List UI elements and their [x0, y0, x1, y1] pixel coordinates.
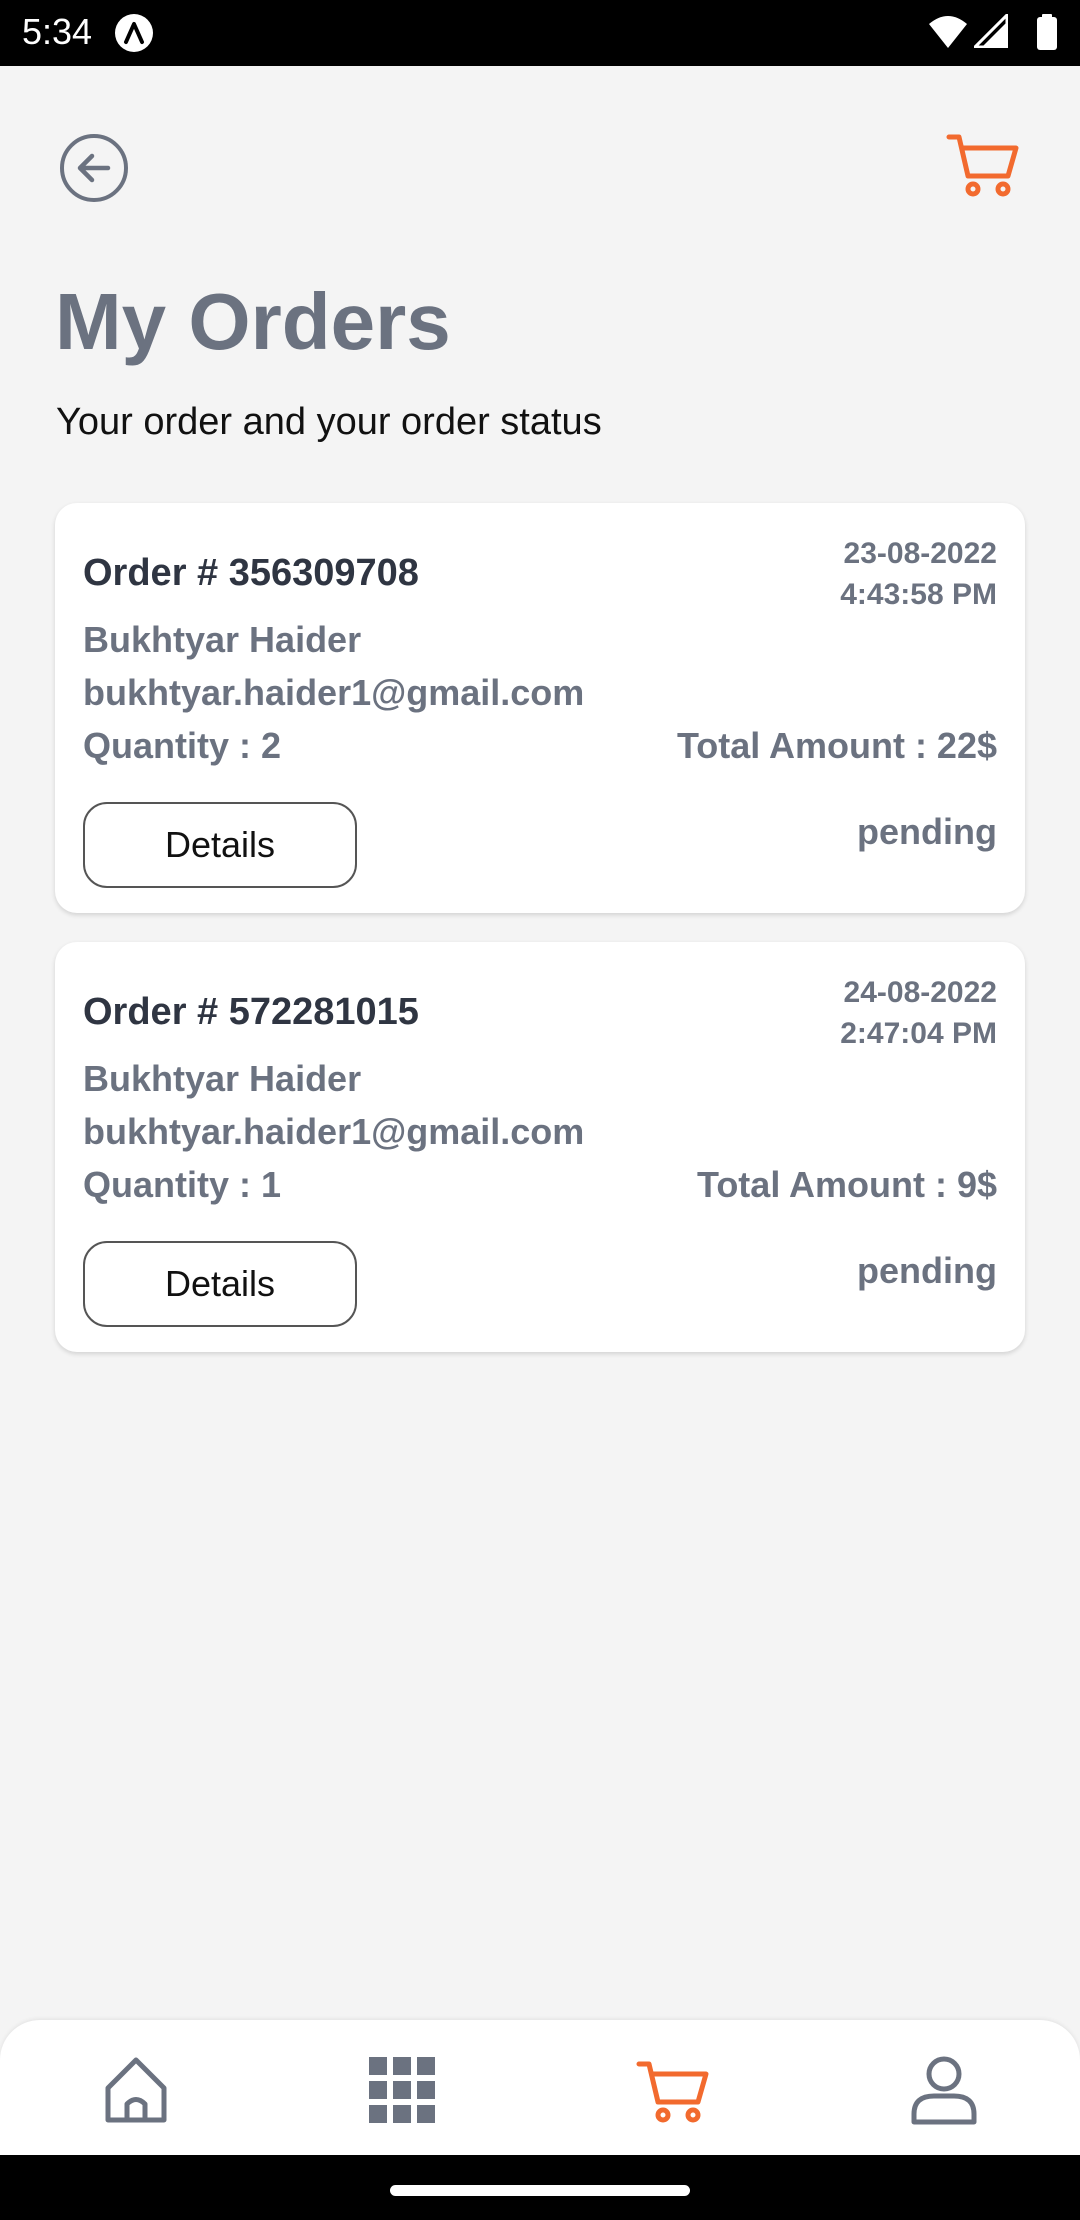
cart-icon[interactable] [946, 130, 1020, 200]
order-date: 23-08-2022 [843, 537, 997, 570]
order-time: 4:43:58 PM [840, 578, 997, 611]
app-notification-icon [115, 14, 153, 52]
order-time: 2:47:04 PM [840, 1017, 997, 1050]
bottom-nav [0, 2020, 1080, 2155]
order-quantity: Quantity : 2 [83, 725, 282, 766]
wifi-icon [929, 16, 967, 48]
nav-profile[interactable] [904, 2050, 984, 2130]
status-time: 5:34 [22, 11, 93, 52]
nav-home[interactable] [96, 2050, 176, 2130]
customer-email: bukhtyar.haider1@gmail.com [83, 672, 585, 713]
customer-name: Bukhtyar Haider [83, 1058, 362, 1099]
signal-icon [974, 14, 1008, 48]
order-number: Order # 572281015 [83, 991, 419, 1033]
order-card: Order # 356309708 23-08-2022 4:43:58 PM … [55, 503, 1025, 913]
status-bar: 5:34 [0, 0, 1080, 66]
grid-icon [369, 2057, 435, 2123]
profile-icon [911, 2056, 977, 2125]
order-quantity: Quantity : 1 [83, 1164, 282, 1205]
order-card: Order # 572281015 24-08-2022 2:47:04 PM … [55, 942, 1025, 1352]
nav-categories[interactable] [362, 2050, 442, 2130]
system-navigation-bar [0, 2155, 1080, 2220]
details-button[interactable]: Details [83, 802, 357, 888]
order-status: pending [857, 811, 997, 852]
home-gesture-handle[interactable] [390, 2185, 690, 2196]
order-total-amount: Total Amount : 22$ [676, 725, 997, 766]
order-status: pending [857, 1250, 997, 1291]
nav-cart[interactable] [634, 2050, 714, 2130]
back-arrow-circle-icon[interactable] [56, 130, 132, 206]
home-icon [105, 2057, 167, 2123]
order-date: 24-08-2022 [843, 976, 997, 1009]
battery-icon [1037, 14, 1057, 50]
order-number: Order # 356309708 [83, 552, 419, 594]
details-button[interactable]: Details [83, 1241, 357, 1327]
customer-name: Bukhtyar Haider [83, 619, 362, 660]
page-subtitle: Your order and your order status [56, 401, 602, 443]
cart-icon [636, 2061, 709, 2123]
page-title: My Orders [55, 277, 451, 366]
customer-email: bukhtyar.haider1@gmail.com [83, 1111, 585, 1152]
order-total-amount: Total Amount : 9$ [697, 1164, 997, 1205]
